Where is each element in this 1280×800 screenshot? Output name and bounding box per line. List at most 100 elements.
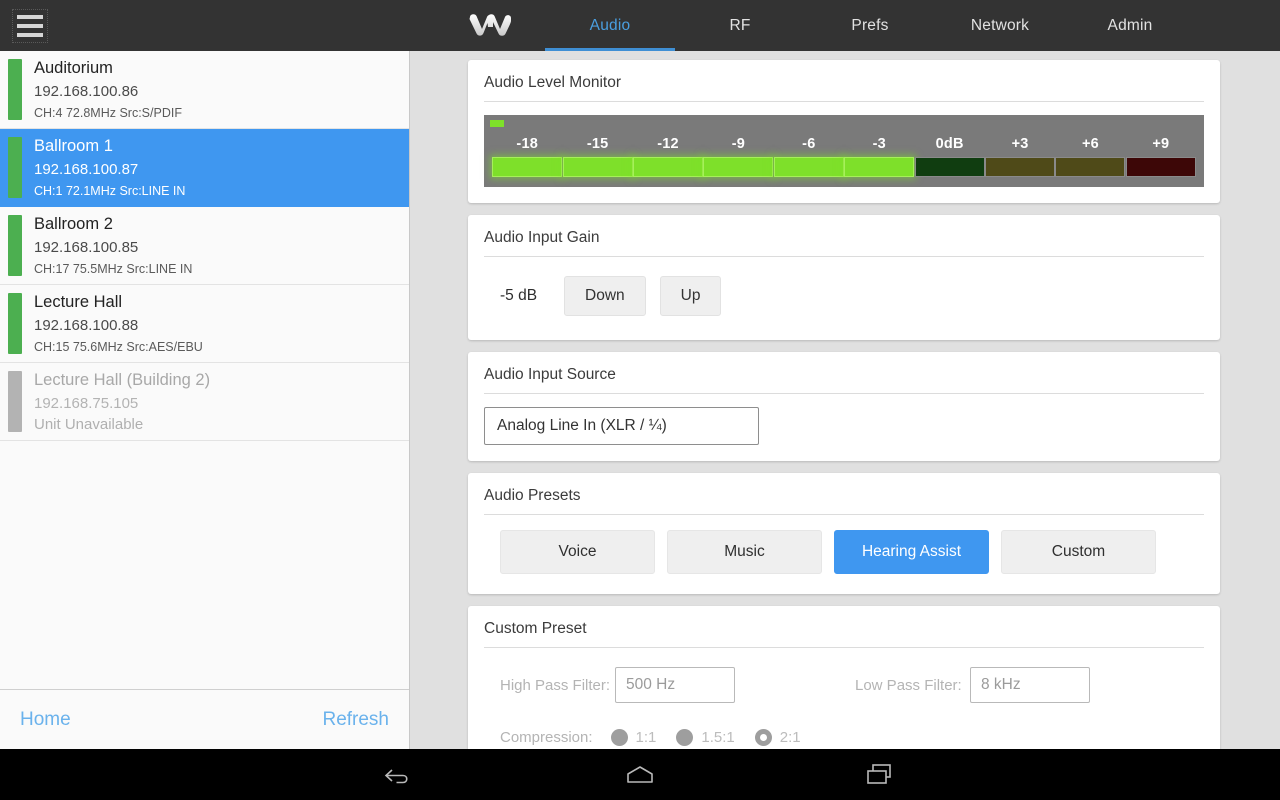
low-pass-filter-input[interactable]: 8 kHz (970, 667, 1090, 703)
high-pass-filter-label: High Pass Filter: (500, 676, 611, 694)
custom-preset-title: Custom Preset (484, 620, 1204, 648)
brand-w-logo-svg (469, 13, 511, 36)
top-bar-left (0, 0, 410, 51)
tab-prefs[interactable]: Prefs (805, 0, 935, 51)
device-ip: 192.168.100.88 (34, 317, 139, 334)
meter-column: -12 (633, 136, 704, 177)
radio-icon-selected (754, 729, 772, 746)
meter-column: +9 (1125, 136, 1196, 177)
home-link[interactable]: Home (20, 709, 71, 731)
meter-column: -9 (703, 136, 774, 177)
meter-column: 0dB (914, 136, 985, 177)
meter-segment (914, 157, 985, 177)
device-sidebar: Auditorium 192.168.100.86 CH:4 72.8MHz S… (0, 51, 410, 749)
device-ip: 192.168.100.87 (34, 161, 139, 178)
device-list-item[interactable]: Ballroom 2 192.168.100.85 CH:17 75.5MHz … (0, 207, 409, 285)
compression-option-label: 2:1 (779, 729, 801, 746)
meter-label: -18 (516, 136, 538, 152)
device-info: Ballroom 1 192.168.100.87 CH:1 72.1MHz S… (34, 137, 185, 198)
android-navigation-bar (0, 749, 1280, 800)
preset-buttons: Voice Music Hearing Assist Custom (484, 528, 1204, 578)
meter-column: -3 (844, 136, 915, 177)
device-name: Ballroom 1 (34, 137, 113, 155)
brand-w-logo (465, 11, 515, 41)
device-list-item[interactable]: Lecture Hall (Building 2) 192.168.75.105… (0, 363, 409, 441)
device-meta: CH:4 72.8MHz Src:S/PDIF (34, 106, 182, 120)
hamburger-menu-icon[interactable] (12, 8, 48, 43)
preset-music-button[interactable]: Music (667, 530, 822, 574)
tab-rf[interactable]: RF (675, 0, 805, 51)
meter-segment (492, 157, 563, 177)
meter-segment (1055, 157, 1126, 177)
audio-input-gain-card: Audio Input Gain -5 dB Down Up (468, 215, 1220, 340)
home-icon[interactable] (610, 755, 670, 795)
device-info: Lecture Hall (Building 2) 192.168.75.105… (34, 371, 211, 433)
gain-up-button[interactable]: Up (659, 276, 722, 316)
tab-network[interactable]: Network (935, 0, 1065, 51)
meter-segment (703, 157, 774, 177)
device-info: Lecture Hall 192.168.100.88 CH:15 75.6MH… (34, 293, 203, 354)
tab-rf-label: RF (729, 16, 751, 34)
tab-audio-label: Audio (589, 16, 631, 34)
radio-icon (676, 729, 694, 746)
meter-segment (633, 157, 704, 177)
audio-input-gain-title: Audio Input Gain (484, 229, 1204, 257)
nav-tabs: Audio RF Prefs Network Admin (545, 0, 1195, 51)
tab-admin[interactable]: Admin (1065, 0, 1195, 51)
high-pass-filter-input[interactable]: 500 Hz (615, 667, 735, 703)
audio-input-source-select[interactable]: Analog Line In (XLR / ¼) (484, 407, 759, 445)
compression-option-1-1[interactable]: 1:1 (610, 729, 656, 746)
device-info: Auditorium 192.168.100.86 CH:4 72.8MHz S… (34, 59, 182, 120)
meter-label: +9 (1152, 136, 1170, 152)
compression-row: Compression: 1:1 1.5:1 2:1 (484, 703, 1204, 749)
tab-admin-label: Admin (1107, 16, 1153, 34)
device-name: Auditorium (34, 59, 113, 77)
preset-voice-button[interactable]: Voice (500, 530, 655, 574)
device-status: Unit Unavailable (34, 416, 144, 433)
audio-presets-card: Audio Presets Voice Music Hearing Assist… (468, 473, 1220, 594)
device-list-item[interactable]: Auditorium 192.168.100.86 CH:4 72.8MHz S… (0, 51, 409, 129)
main-content: Audio Level Monitor -18 -15 -12 -9 -6 -3… (410, 51, 1280, 749)
device-ip: 192.168.100.85 (34, 239, 139, 256)
radio-icon (610, 729, 628, 746)
meter-label: -6 (802, 136, 816, 152)
back-arrow-icon[interactable] (370, 755, 430, 795)
meter-segment (844, 157, 915, 177)
tab-network-label: Network (970, 16, 1030, 34)
audio-input-source-title: Audio Input Source (484, 366, 1204, 394)
hamburger-bar (17, 23, 43, 28)
gain-value: -5 dB (500, 287, 538, 304)
filter-row: High Pass Filter: 500 Hz Low Pass Filter… (484, 661, 1204, 703)
preset-custom-button[interactable]: Custom (1001, 530, 1156, 574)
tab-prefs-label: Prefs (851, 16, 889, 34)
compression-label: Compression: (500, 729, 593, 746)
device-name: Lecture Hall (Building 2) (34, 371, 211, 389)
gain-down-button[interactable]: Down (564, 276, 646, 316)
device-list-item[interactable]: Ballroom 1 192.168.100.87 CH:1 72.1MHz S… (0, 129, 409, 207)
audio-presets-title: Audio Presets (484, 487, 1204, 515)
tab-audio[interactable]: Audio (545, 0, 675, 51)
status-indicator-icon (8, 293, 22, 354)
meter-label: -3 (872, 136, 886, 152)
device-name: Ballroom 2 (34, 215, 113, 233)
audio-level-monitor-title: Audio Level Monitor (484, 74, 1204, 102)
audio-level-monitor-card: Audio Level Monitor -18 -15 -12 -9 -6 -3… (468, 60, 1220, 203)
meter-label: +6 (1081, 136, 1099, 152)
status-indicator-icon (8, 59, 22, 120)
device-ip: 192.168.100.86 (34, 83, 139, 100)
meter-column: +3 (985, 136, 1056, 177)
meter-label: +3 (1011, 136, 1029, 152)
device-meta: CH:17 75.5MHz Src:LINE IN (34, 262, 193, 276)
status-indicator-icon (8, 215, 22, 276)
preset-hearing-assist-button[interactable]: Hearing Assist (834, 530, 989, 574)
refresh-link[interactable]: Refresh (322, 709, 389, 731)
top-bar-right: Audio RF Prefs Network Admin (410, 0, 1280, 51)
device-list-item[interactable]: Lecture Hall 192.168.100.88 CH:15 75.6MH… (0, 285, 409, 363)
device-list: Auditorium 192.168.100.86 CH:4 72.8MHz S… (0, 51, 409, 689)
compression-option-2-1[interactable]: 2:1 (754, 729, 801, 746)
compression-option-1-5-1[interactable]: 1.5:1 (676, 729, 735, 746)
compression-option-label: 1.5:1 (701, 729, 735, 746)
recent-apps-icon[interactable] (850, 755, 910, 795)
device-meta: CH:15 75.6MHz Src:AES/EBU (34, 340, 203, 354)
home-svg (627, 765, 653, 783)
